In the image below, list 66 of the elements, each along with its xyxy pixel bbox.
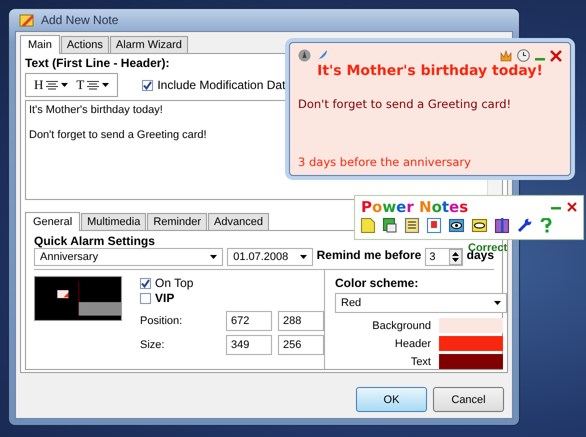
text-align-button[interactable]: T (76, 77, 110, 93)
color-swatch[interactable] (439, 354, 503, 369)
text-line: Don't forget to send a Greeting card! (29, 129, 207, 141)
days-spinner[interactable]: 3 (425, 248, 463, 266)
caret-icon (300, 255, 307, 259)
clock-icon (517, 49, 530, 62)
tab[interactable]: Actions (60, 36, 109, 53)
calendar-icon[interactable] (427, 218, 441, 233)
color-swatch[interactable] (439, 336, 503, 351)
swatch-label: Header (394, 338, 431, 350)
pin-icon (298, 49, 311, 62)
color-scheme-dropdown[interactable]: Red (335, 293, 507, 313)
spin-arrows-icon (448, 249, 462, 265)
caret-icon (210, 255, 218, 259)
caret-icon (61, 83, 68, 87)
close-icon[interactable] (550, 50, 562, 62)
tab[interactable]: Alarm Wizard (110, 36, 188, 53)
checkbox[interactable] (140, 292, 151, 304)
section-title: Quick Alarm Settings (34, 234, 155, 248)
dialog-button[interactable]: OK (356, 387, 427, 412)
alarm-type-dropdown[interactable]: Anniversary (34, 248, 224, 266)
date-dropdown[interactable]: 01.07.2008 (227, 248, 313, 266)
notes-stack-icon[interactable] (383, 218, 397, 233)
remind-label: Remind me before (316, 248, 422, 262)
color-scheme-label: Color scheme: (335, 276, 418, 290)
number-field[interactable]: 256 (278, 335, 324, 355)
crown-icon (500, 50, 512, 62)
tab[interactable]: Reminder (147, 213, 208, 230)
settings-icon[interactable] (517, 218, 532, 233)
caret-icon (494, 301, 501, 305)
book-icon[interactable] (495, 218, 509, 233)
tab[interactable]: Advanced (208, 213, 269, 230)
close-icon[interactable] (567, 202, 577, 212)
hidden-note-icon[interactable] (472, 218, 487, 233)
number-field[interactable]: 349 (226, 335, 272, 355)
caret-icon (102, 83, 110, 87)
swatch-label: Background (371, 320, 431, 332)
text-line: It's Mother's birthday today! (29, 104, 163, 116)
window-title: Add New Note (41, 13, 118, 27)
note-header: It's Mother's birthday today! (316, 63, 544, 79)
field-label: Size: (140, 339, 166, 351)
align-icon (87, 80, 100, 90)
header-label: Text (First Line - Header): (25, 56, 170, 70)
checkbox-label: Include Modification Dat (157, 78, 286, 92)
field-label: Position: (140, 315, 184, 327)
checkbox-label: On Top (155, 276, 194, 290)
swatch-label: Text (410, 356, 431, 368)
header-align-button[interactable]: H (34, 77, 68, 93)
tab[interactable]: Main (20, 35, 60, 54)
tab[interactable]: Multimedia (81, 213, 146, 230)
list-icon[interactable] (405, 218, 419, 233)
checkbox-label: VIP (155, 291, 174, 305)
tab[interactable]: General (25, 212, 80, 231)
eye-icon[interactable] (449, 218, 464, 233)
number-field[interactable]: 672 (226, 311, 272, 331)
new-note-icon[interactable] (361, 218, 375, 233)
checkbox[interactable] (140, 278, 151, 288)
pencil-note-icon (19, 12, 35, 28)
color-swatch[interactable] (439, 318, 503, 333)
dialog-button[interactable]: Cancel (433, 387, 504, 412)
help-icon[interactable] (540, 218, 552, 233)
number-field[interactable]: 288 (278, 311, 324, 331)
app-logo-text: Power Notes (361, 198, 468, 216)
feather-icon (316, 49, 328, 62)
align-icon (46, 80, 58, 90)
checkbox[interactable] (142, 80, 154, 90)
